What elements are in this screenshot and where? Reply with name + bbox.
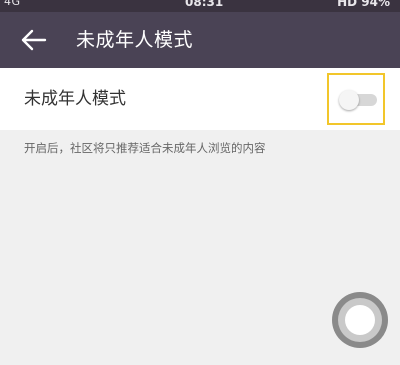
arrow-left-icon xyxy=(21,29,47,51)
minor-mode-label: 未成年人模式 xyxy=(24,89,126,109)
assistive-touch-button[interactable] xyxy=(332,292,388,348)
toggle-thumb xyxy=(339,90,359,110)
status-bar: 4G 08:31 HD 94% xyxy=(0,0,400,12)
minor-mode-row[interactable]: 未成年人模式 xyxy=(0,68,400,130)
signal-indicator: 4G xyxy=(4,0,21,8)
back-button[interactable] xyxy=(20,26,50,54)
status-right: HD 94% xyxy=(337,0,390,9)
minor-mode-description: 开启后，社区将只推荐适合未成年人浏览的内容 xyxy=(24,141,266,155)
assistive-touch-core xyxy=(345,305,375,335)
status-time: 08:31 xyxy=(185,0,224,9)
minor-mode-toggle[interactable] xyxy=(339,90,379,110)
page-title: 未成年人模式 xyxy=(76,29,194,51)
app-bar: 未成年人模式 xyxy=(0,12,400,68)
